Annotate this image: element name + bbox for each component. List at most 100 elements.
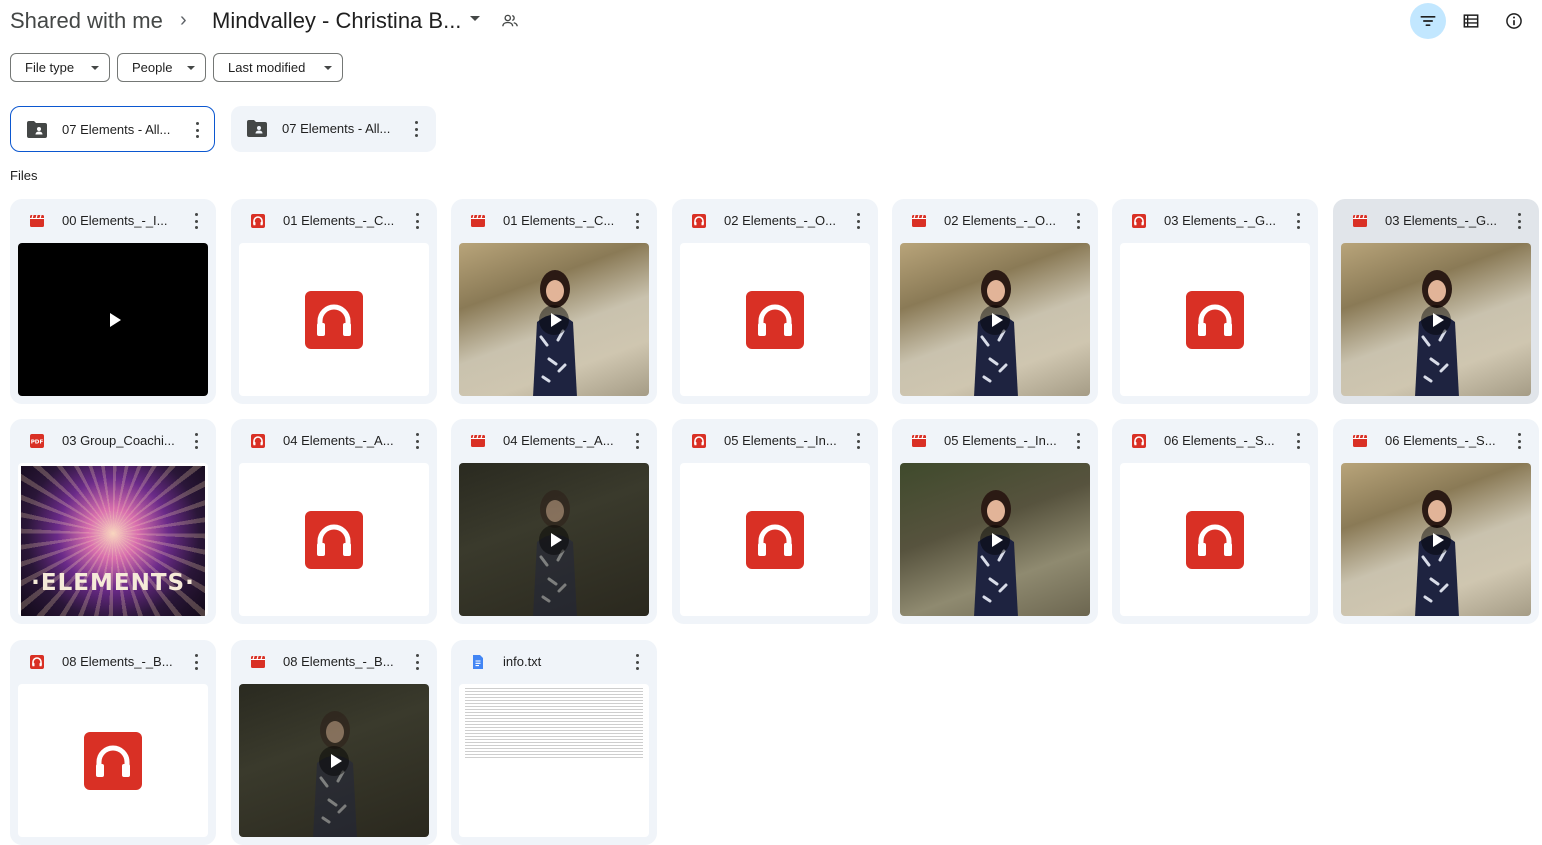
more-options-icon[interactable]: [194, 213, 198, 229]
file-name: 08 Elements_-_B...: [62, 654, 173, 669]
file-name: 03 Elements_-_G...: [1385, 213, 1497, 228]
more-options-icon[interactable]: [415, 433, 419, 449]
breadcrumb-current-folder[interactable]: Mindvalley - Christina B...: [212, 8, 461, 34]
file-name: 03 Elements_-_G...: [1164, 213, 1276, 228]
pdf-file-icon: PDF: [29, 433, 45, 449]
play-icon[interactable]: [539, 305, 569, 335]
video-file-icon: [470, 433, 486, 449]
file-thumbnail[interactable]: [459, 243, 649, 396]
last-modified-filter-label: Last modified: [228, 60, 306, 75]
list-view-icon: [1463, 14, 1479, 28]
shared-folder-icon: [27, 121, 47, 138]
more-options-icon[interactable]: [195, 122, 199, 138]
more-options-icon[interactable]: [1517, 433, 1521, 449]
header: Shared with me › Mindvalley - Christina …: [0, 0, 1542, 44]
audio-file-icon: [691, 433, 707, 449]
headphones-icon: [1186, 291, 1244, 349]
file-card[interactable]: 06 Elements_-_S...: [1333, 419, 1539, 624]
file-thumbnail[interactable]: [1341, 243, 1531, 396]
chevron-down-icon: [324, 66, 332, 70]
file-type-filter[interactable]: File type: [10, 53, 110, 82]
file-thumbnail[interactable]: [900, 463, 1090, 616]
more-options-icon[interactable]: [635, 213, 639, 229]
file-card[interactable]: 04 Elements_-_A...: [231, 419, 437, 624]
file-type-filter-label: File type: [25, 60, 75, 75]
more-options-icon[interactable]: [856, 213, 860, 229]
file-thumbnail[interactable]: [1120, 463, 1310, 616]
file-thumbnail[interactable]: [680, 243, 870, 396]
file-name: 06 Elements_-_S...: [1164, 433, 1275, 448]
video-file-icon: [911, 433, 927, 449]
file-thumbnail[interactable]: [239, 243, 429, 396]
file-card[interactable]: 08 Elements_-_B...: [231, 640, 437, 845]
breadcrumb-shared-with-me[interactable]: Shared with me: [10, 8, 163, 34]
chevron-down-icon[interactable]: [470, 16, 480, 21]
file-name: 01 Elements_-_C...: [283, 213, 395, 228]
file-thumbnail[interactable]: [18, 243, 208, 396]
file-thumbnail[interactable]: [1120, 243, 1310, 396]
people-filter[interactable]: People: [117, 53, 206, 82]
file-name: 01 Elements_-_C...: [503, 213, 615, 228]
more-options-icon[interactable]: [635, 433, 639, 449]
file-thumbnail[interactable]: ·ELEMENTS·: [18, 463, 208, 616]
file-name: 03 Group_Coachi...: [62, 433, 175, 448]
file-name: 00 Elements_-_I...: [62, 213, 168, 228]
headphones-icon: [84, 732, 142, 790]
more-options-icon[interactable]: [194, 433, 198, 449]
file-card[interactable]: 01 Elements_-_C...: [451, 199, 657, 404]
more-options-icon[interactable]: [1076, 433, 1080, 449]
info-button[interactable]: [1496, 3, 1532, 39]
more-options-icon[interactable]: [635, 654, 639, 670]
list-view-button[interactable]: [1453, 3, 1489, 39]
more-options-icon[interactable]: [415, 213, 419, 229]
file-card[interactable]: 06 Elements_-_S...: [1112, 419, 1318, 624]
file-card[interactable]: 03 Elements_-_G...: [1333, 199, 1539, 404]
play-icon[interactable]: [980, 525, 1010, 555]
file-card[interactable]: 08 Elements_-_B...: [10, 640, 216, 845]
folder-item[interactable]: 07 Elements - All...: [10, 106, 215, 152]
file-thumbnail[interactable]: [680, 463, 870, 616]
video-file-icon: [1352, 213, 1368, 229]
file-thumbnail[interactable]: [459, 684, 649, 837]
play-icon[interactable]: [1421, 525, 1451, 555]
more-options-icon[interactable]: [194, 654, 198, 670]
file-thumbnail[interactable]: [459, 463, 649, 616]
more-options-icon[interactable]: [1076, 213, 1080, 229]
play-icon[interactable]: [539, 525, 569, 555]
file-card[interactable]: 00 Elements_-_I...: [10, 199, 216, 404]
file-thumbnail[interactable]: [900, 243, 1090, 396]
more-options-icon[interactable]: [856, 433, 860, 449]
more-options-icon[interactable]: [1296, 213, 1300, 229]
file-thumbnail[interactable]: [1341, 463, 1531, 616]
file-card[interactable]: 04 Elements_-_A...: [451, 419, 657, 624]
more-options-icon[interactable]: [1517, 213, 1521, 229]
file-card[interactable]: 02 Elements_-_O...: [672, 199, 878, 404]
folder-name: 07 Elements - All...: [282, 121, 391, 136]
more-options-icon[interactable]: [414, 121, 418, 137]
shared-people-icon[interactable]: [501, 12, 519, 30]
file-card[interactable]: PDF 03 Group_Coachi... ·ELEMENTS·: [10, 419, 216, 624]
play-icon[interactable]: [1421, 305, 1451, 335]
file-card[interactable]: 05 Elements_-_In...: [892, 419, 1098, 624]
last-modified-filter[interactable]: Last modified: [213, 53, 343, 82]
more-options-icon[interactable]: [415, 654, 419, 670]
svg-text:PDF: PDF: [31, 440, 44, 446]
file-card[interactable]: 02 Elements_-_O...: [892, 199, 1098, 404]
audio-file-icon: [1131, 213, 1147, 229]
file-thumbnail[interactable]: [239, 463, 429, 616]
play-icon[interactable]: [319, 746, 349, 776]
play-icon[interactable]: [98, 305, 128, 335]
video-file-icon: [29, 213, 45, 229]
audio-file-icon: [691, 213, 707, 229]
filter-button[interactable]: [1410, 3, 1446, 39]
file-name: 04 Elements_-_A...: [503, 433, 614, 448]
file-card[interactable]: 03 Elements_-_G...: [1112, 199, 1318, 404]
file-thumbnail[interactable]: [18, 684, 208, 837]
file-card[interactable]: 01 Elements_-_C...: [231, 199, 437, 404]
folder-item[interactable]: 07 Elements - All...: [231, 106, 436, 152]
more-options-icon[interactable]: [1296, 433, 1300, 449]
file-card[interactable]: info.txt: [451, 640, 657, 845]
file-card[interactable]: 05 Elements_-_In...: [672, 419, 878, 624]
file-thumbnail[interactable]: [239, 684, 429, 837]
play-icon[interactable]: [980, 305, 1010, 335]
